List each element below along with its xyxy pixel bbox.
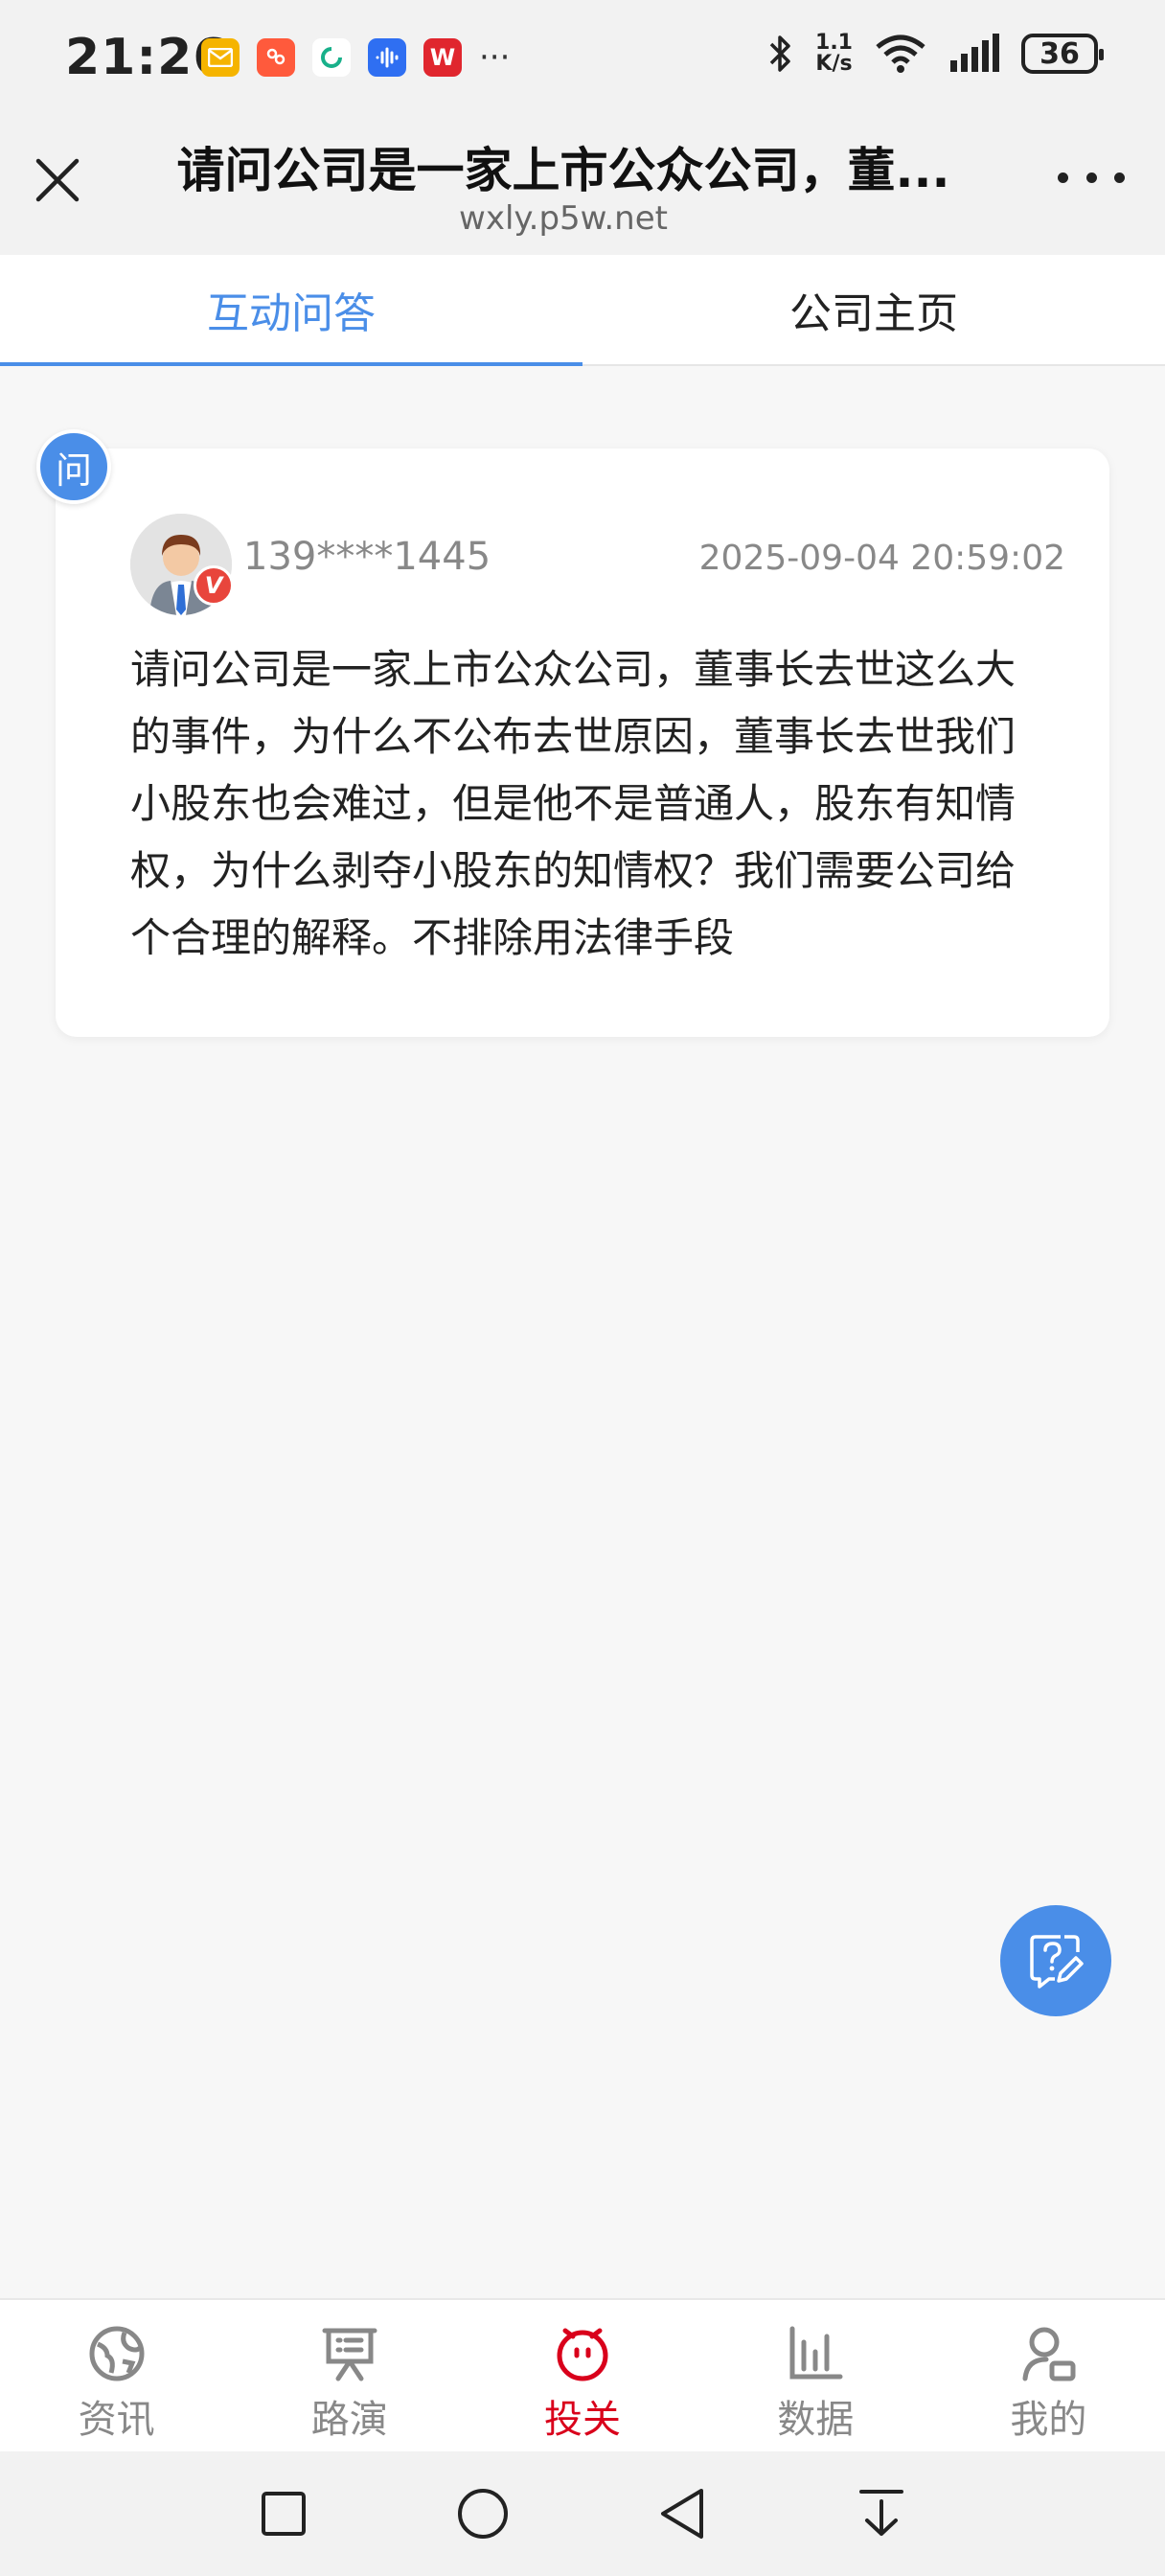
wifi-icon [876, 34, 925, 73]
nav-item-roadshow[interactable]: 路演 [233, 2300, 466, 2451]
circle-icon [458, 2489, 508, 2539]
network-speed-unit: K/s [815, 52, 853, 76]
tab-bar: 互动问答 公司主页 [0, 255, 1165, 366]
notification-pull-button[interactable] [782, 2475, 981, 2552]
title-bar: 请问公司是一家上市公众公司，董... wxly.p5w.net [0, 115, 1165, 255]
home-button[interactable] [383, 2475, 582, 2552]
more-dot-icon [1058, 172, 1068, 183]
more-notifications-icon: ··· [479, 38, 511, 77]
signal-icon [950, 34, 999, 72]
nav-label-roadshow: 路演 [310, 2398, 388, 2442]
question-card[interactable]: V 139****1445 2025-09-04 20:59:02 请问公司是一… [56, 448, 1109, 1037]
more-dot-icon [1114, 172, 1125, 183]
user-icon [1022, 2327, 1076, 2381]
smile-icon [557, 2328, 608, 2381]
nav-label-mine: 我的 [1010, 2398, 1087, 2442]
nav-item-mine[interactable]: 我的 [932, 2300, 1165, 2451]
more-options-button[interactable] [1058, 163, 1125, 192]
question-timestamp: 2025-09-04 20:59:02 [698, 539, 1065, 578]
tab-qa[interactable]: 互动问答 [0, 255, 582, 366]
network-speed-value: 1.1 [815, 31, 853, 55]
more-dot-icon [1085, 172, 1097, 183]
network-speed: 1.1 K/s [815, 33, 853, 75]
back-button[interactable] [582, 2475, 782, 2552]
tab-company-home[interactable]: 公司主页 [582, 255, 1165, 364]
nav-item-investor-relations[interactable]: 投关 [466, 2300, 698, 2451]
battery-icon: 36 [1021, 34, 1104, 74]
recent-apps-button[interactable] [184, 2475, 383, 2552]
page-url: wxly.p5w.net [459, 199, 668, 238]
status-indicators: 1.1 K/s 36 [767, 33, 1104, 75]
wps-app-icon: W [423, 38, 462, 77]
status-app-icons: W ··· [201, 38, 510, 77]
nav-item-data[interactable]: 数据 [699, 2300, 932, 2451]
nav-label-data: 数据 [777, 2398, 855, 2442]
back-triangle-icon [661, 2489, 703, 2539]
ask-edit-icon [1030, 1935, 1084, 1989]
nav-label-investor-relations: 投关 [544, 2398, 621, 2442]
pull-down-icon [859, 2490, 903, 2536]
nav-label-news: 资讯 [78, 2398, 155, 2442]
question-text: 请问公司是一家上市公众公司，董事长去世这么大的事件，为什么不公布去世原因，董事长… [130, 646, 1017, 961]
voice-app-icon [368, 38, 406, 77]
question-badge: 问 [36, 429, 111, 504]
verified-badge: V [194, 565, 234, 606]
close-button[interactable] [29, 151, 86, 209]
bluetooth-icon [769, 35, 790, 72]
mail-app-icon [201, 38, 240, 77]
presentation-icon [322, 2328, 377, 2381]
close-icon [35, 158, 80, 202]
square-icon [262, 2492, 306, 2536]
refresh-app-icon [312, 38, 351, 77]
shopping-app-icon [257, 38, 295, 77]
page-title: 请问公司是一家上市公众公司，董... [176, 143, 950, 198]
asker-username: 139****1445 [243, 535, 491, 579]
ask-question-button[interactable] [1000, 1905, 1111, 2016]
bottom-nav: 资讯 路演 投关 数据 我的 [0, 2298, 1165, 2451]
globe-icon [89, 2326, 145, 2381]
bar-chart-icon [789, 2326, 843, 2380]
nav-item-news[interactable]: 资讯 [0, 2300, 233, 2451]
status-bar: 21:26 W ··· 1.1 K/s 36 [0, 0, 1165, 115]
system-navigation-bar [0, 2451, 1165, 2576]
